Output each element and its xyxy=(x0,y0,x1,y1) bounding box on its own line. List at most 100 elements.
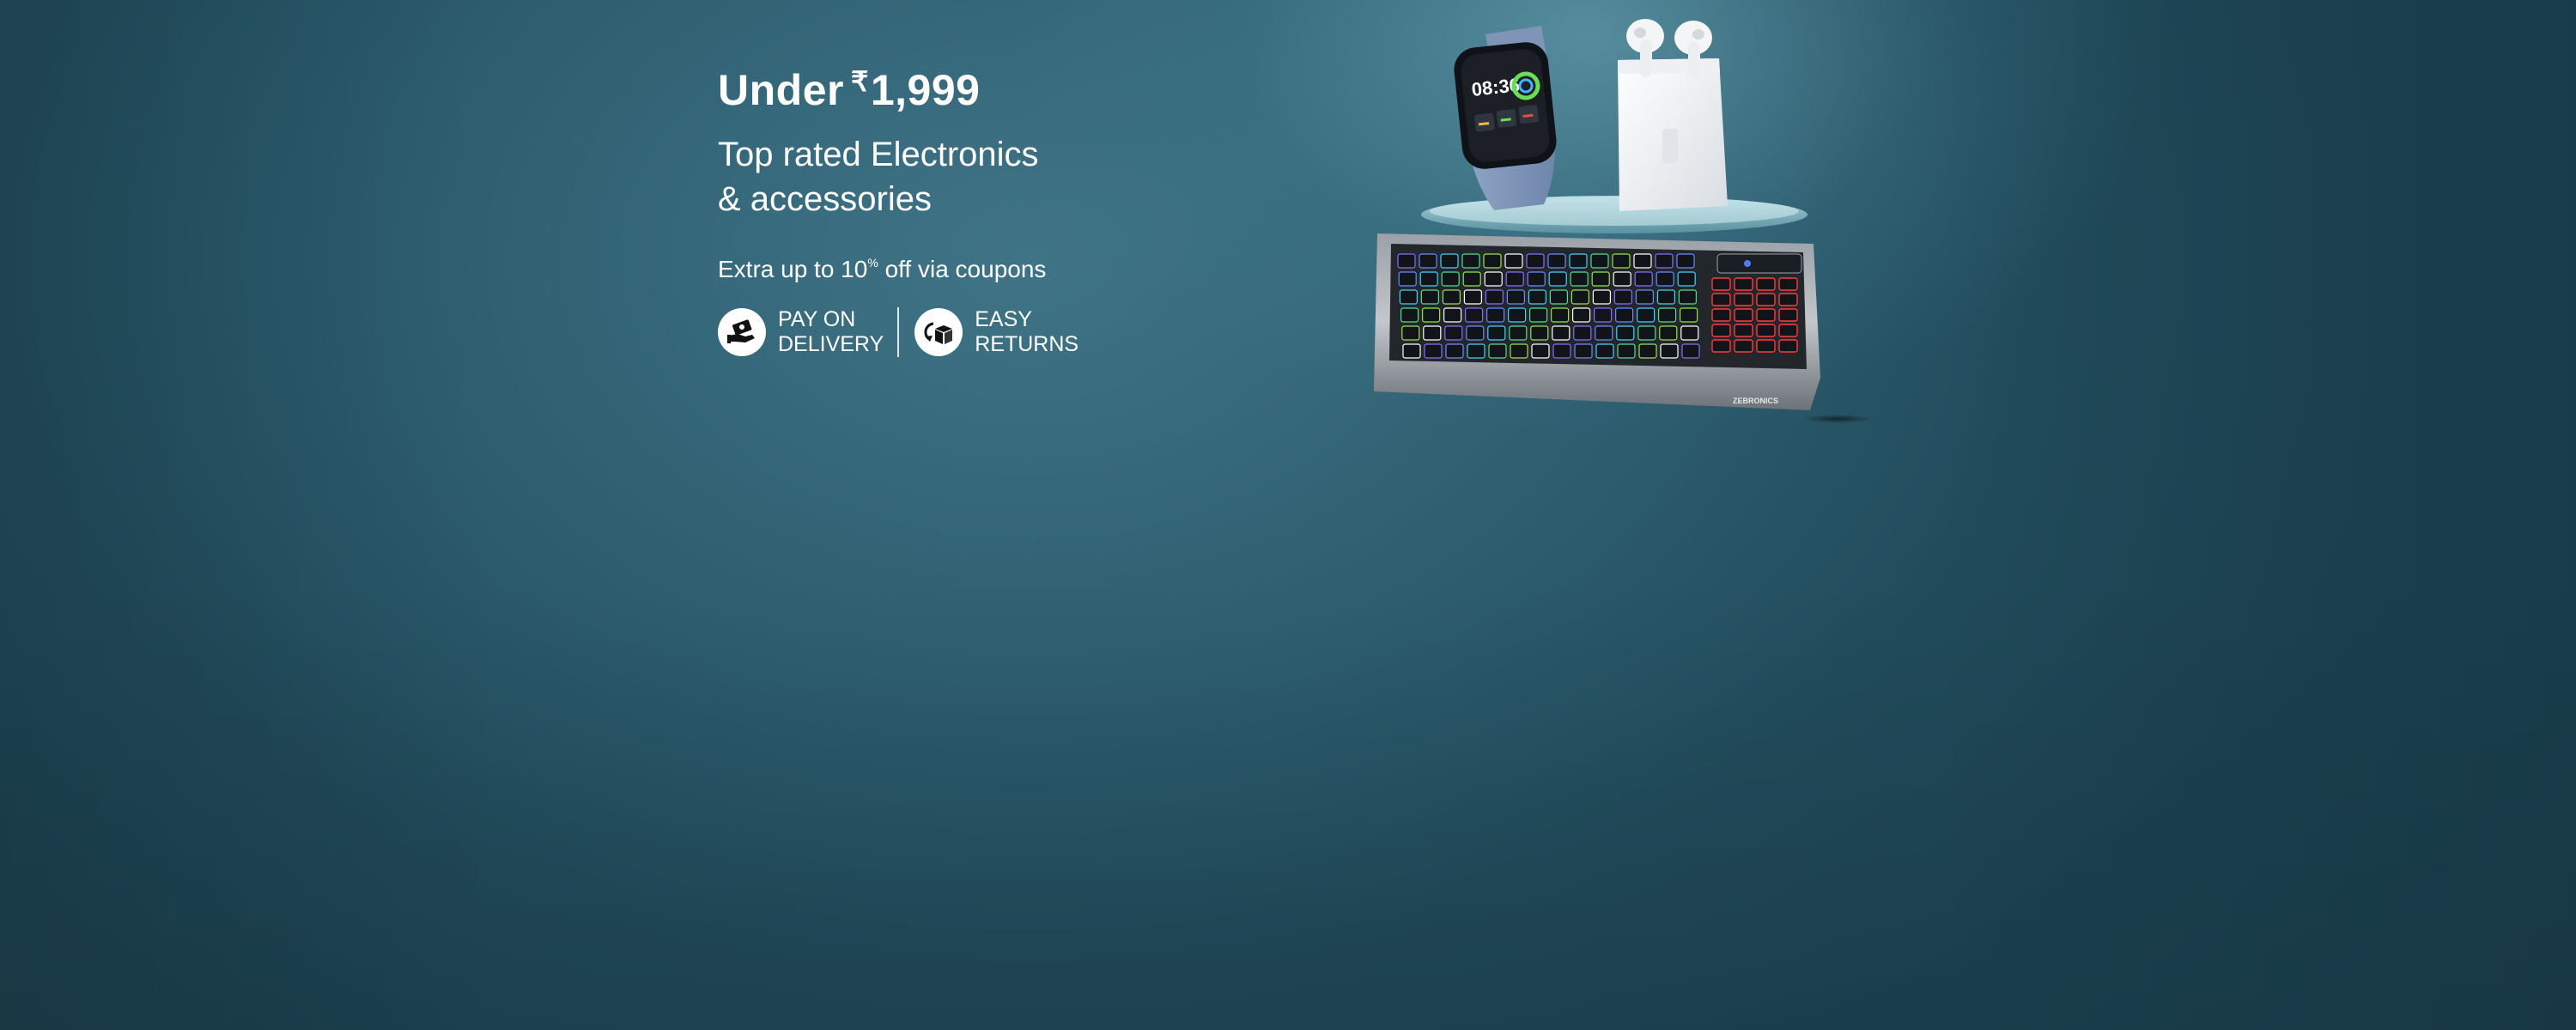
keyboard-key xyxy=(1445,343,1464,359)
background-vignette xyxy=(0,0,2576,1030)
keyboard-key xyxy=(1711,324,1731,337)
currency-symbol: ₹ xyxy=(850,66,869,97)
keyboard-key xyxy=(1400,307,1419,323)
keyboard-key xyxy=(1483,253,1502,269)
keyboard-key xyxy=(1617,343,1636,359)
keyboard-key xyxy=(1778,308,1798,322)
headline-amount: 1,999 xyxy=(870,66,981,114)
cash-on-delivery-icon xyxy=(718,308,766,356)
keyboard-key xyxy=(1463,289,1483,305)
keyboard-key xyxy=(1655,253,1674,269)
keyboard-key xyxy=(1466,325,1485,341)
service-badges: PAY ON DELIVERY EASY RETURNS xyxy=(718,307,1267,357)
keyboard-key xyxy=(1419,271,1438,287)
keyboard-key xyxy=(1530,325,1549,341)
keyboard-key xyxy=(1778,324,1798,337)
keyboard-key xyxy=(1506,289,1525,305)
pay-on-delivery-label: PAY ON DELIVERY xyxy=(778,307,884,357)
keyboard-key xyxy=(1592,289,1611,305)
keyboard-key xyxy=(1680,325,1699,341)
smartwatch[interactable]: 08:36 xyxy=(1452,26,1558,210)
keyboard-key xyxy=(1656,271,1674,287)
subhead-line-1: Top rated Electronics xyxy=(718,136,1039,173)
keyboard-key xyxy=(1734,308,1753,322)
keyboard-key xyxy=(1485,289,1504,305)
keyboard-key xyxy=(1571,289,1589,305)
keyboard-key xyxy=(1572,307,1591,323)
keyboard-key xyxy=(1756,277,1776,291)
keyboard-key xyxy=(1711,293,1731,306)
keyboard-key xyxy=(1756,339,1776,353)
keyboard-key xyxy=(1551,307,1570,323)
keyboard-key xyxy=(1637,307,1656,323)
keyboard-key xyxy=(1637,325,1656,341)
keyboard-key xyxy=(1778,339,1798,353)
keyboard-key xyxy=(1423,325,1442,341)
keyboard-key xyxy=(1590,253,1609,269)
keyboard-key xyxy=(1464,307,1484,323)
keyboard-key xyxy=(1613,271,1631,287)
keyboard-key xyxy=(1615,307,1634,323)
keyboard-key xyxy=(1424,343,1443,359)
price-headline: Under ₹1,999 xyxy=(718,50,1267,122)
keyboard-key xyxy=(1401,325,1420,341)
offer-text-before: Extra up to 10 xyxy=(718,256,868,282)
keyboard-key xyxy=(1595,343,1614,359)
keyboard-key xyxy=(1527,271,1546,287)
offer-superscript: % xyxy=(867,256,878,270)
keyboard-key xyxy=(1634,271,1653,287)
keyboard-key xyxy=(1756,293,1776,306)
keyboard-key xyxy=(1504,253,1523,269)
keyboard-key xyxy=(1552,325,1571,341)
keyboard-key xyxy=(1734,293,1753,306)
category-subhead: Top rated Electronics & accessories xyxy=(718,132,1267,221)
pay-on-delivery-line-1: PAY ON xyxy=(778,307,856,331)
offer-text-after: off via coupons xyxy=(878,256,1047,282)
keyboard-key xyxy=(1547,253,1566,269)
keyboard-key xyxy=(1595,325,1613,341)
product-collage[interactable]: 08:36 ZEBRONICS xyxy=(1357,0,1906,446)
keyboard-key xyxy=(1756,308,1776,322)
keyboard-key xyxy=(1778,293,1798,306)
keyboard-key xyxy=(1526,253,1545,269)
keyboard-key xyxy=(1658,307,1677,323)
keyboard-key xyxy=(1488,343,1507,359)
keyboard-key xyxy=(1569,253,1588,269)
keyboard-key xyxy=(1594,307,1613,323)
keyboard-key xyxy=(1462,271,1481,287)
keyboard-key xyxy=(1612,253,1631,269)
pay-on-delivery-badge: PAY ON DELIVERY xyxy=(718,307,884,357)
keyboard-key xyxy=(1734,277,1753,291)
pay-on-delivery-line-2: DELIVERY xyxy=(778,332,884,356)
keyboard-key xyxy=(1711,277,1731,291)
keyboard-key xyxy=(1549,289,1568,305)
keyboard-key xyxy=(1678,289,1697,305)
promo-banner[interactable]: Under ₹1,999 Top rated Electronics & acce… xyxy=(0,0,2576,1030)
gaming-keyboard[interactable]: ZEBRONICS xyxy=(1374,233,1872,423)
keyboard-key xyxy=(1531,343,1550,359)
keyboard-key xyxy=(1443,307,1462,323)
keyboard-key xyxy=(1548,271,1567,287)
headline-prefix: Under xyxy=(718,66,844,114)
keyboard-key xyxy=(1616,325,1635,341)
keyboard-key xyxy=(1681,343,1700,359)
keyboard-key xyxy=(1676,253,1695,269)
easy-returns-badge: EASY RETURNS xyxy=(914,307,1078,357)
keyboard-key xyxy=(1509,325,1528,341)
easy-returns-icon xyxy=(914,308,963,356)
badge-divider xyxy=(897,307,900,357)
keyboard-key xyxy=(1659,325,1678,341)
keyboard-key xyxy=(1711,339,1731,353)
keyboard-key xyxy=(1510,343,1528,359)
earbuds[interactable] xyxy=(1618,19,1728,211)
keyboard-key xyxy=(1440,253,1459,269)
keyboard-key xyxy=(1591,271,1610,287)
keyboard-key xyxy=(1419,253,1437,269)
easy-returns-line-1: EASY xyxy=(975,307,1032,331)
keyboard-key xyxy=(1633,253,1652,269)
keyboard-key xyxy=(1613,289,1632,305)
easy-returns-label: EASY RETURNS xyxy=(975,307,1078,357)
keyboard-key xyxy=(1420,289,1440,305)
keyboard-key xyxy=(1711,308,1731,322)
keyboard-key xyxy=(1635,289,1654,305)
